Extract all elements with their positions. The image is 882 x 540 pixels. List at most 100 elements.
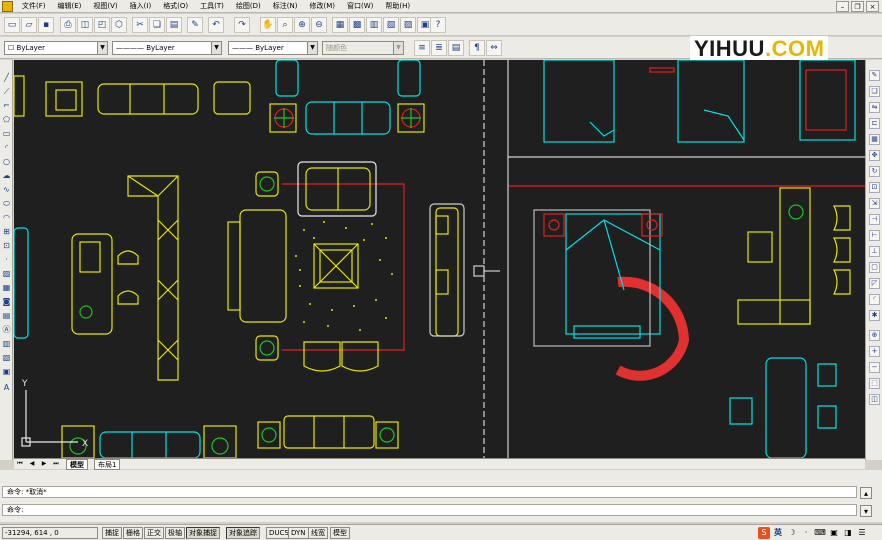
- array-icon[interactable]: ▦: [869, 134, 880, 145]
- zoom-all-icon[interactable]: ⬚: [869, 378, 880, 389]
- tab-last-icon[interactable]: ⏭: [52, 460, 60, 468]
- ellipse-arc-icon[interactable]: ◠: [1, 212, 12, 223]
- rectangle-icon[interactable]: ▭: [1, 128, 12, 139]
- polygon-icon[interactable]: ⬠: [1, 114, 12, 125]
- match-properties-icon[interactable]: ✎: [187, 17, 203, 33]
- close-button[interactable]: ×: [866, 1, 879, 12]
- properties-icon[interactable]: ▦: [332, 17, 348, 33]
- markup-icon[interactable]: ▨: [400, 17, 416, 33]
- plotstyle-combo[interactable]: 随颜色 ▼: [322, 41, 404, 55]
- lineweight-combo[interactable]: ——— ByLayer ▼: [228, 41, 318, 55]
- command-input[interactable]: 命令:: [2, 504, 857, 516]
- layer-manager-icon[interactable]: ≡: [414, 40, 430, 56]
- layer-color-combo[interactable]: ☐ ByLayer ▼: [4, 41, 108, 55]
- tool-palettes-icon[interactable]: ▥: [366, 17, 382, 33]
- menu-modify[interactable]: 修改(M): [303, 1, 341, 11]
- multiline-text-icon[interactable]: Ⓐ: [1, 324, 12, 335]
- tray-menu-icon[interactable]: ☰: [856, 527, 868, 539]
- circle-icon[interactable]: ○: [1, 156, 12, 167]
- gradient-icon[interactable]: ▦: [1, 282, 12, 293]
- menu-draw[interactable]: 绘图(D): [230, 1, 267, 11]
- menu-help[interactable]: 帮助(H): [379, 1, 416, 11]
- design-center-icon[interactable]: ▩: [349, 17, 365, 33]
- move-icon[interactable]: ✥: [869, 150, 880, 161]
- pan-icon[interactable]: ✋: [260, 17, 276, 33]
- table-icon[interactable]: ▤: [1, 310, 12, 321]
- hatch-icon[interactable]: ▨: [1, 268, 12, 279]
- chamfer-icon[interactable]: ◸: [869, 278, 880, 289]
- tab-layout1[interactable]: 布局1: [94, 459, 121, 470]
- restore-button[interactable]: ❐: [851, 1, 864, 12]
- help-icon[interactable]: ?: [430, 17, 446, 33]
- print-icon[interactable]: ⎙: [60, 17, 76, 33]
- text-icon[interactable]: A: [1, 382, 12, 393]
- snap-toggle[interactable]: 捕捉: [102, 527, 122, 539]
- open-folder-icon[interactable]: ▱: [21, 17, 37, 33]
- moon-icon[interactable]: ☽: [786, 527, 798, 539]
- lineweight-toggle[interactable]: 线宽: [308, 527, 328, 539]
- ime-logo-icon[interactable]: S: [758, 527, 770, 539]
- zoom-out-icon[interactable]: −: [869, 362, 880, 373]
- zoom-realtime-icon[interactable]: ⌕: [277, 17, 293, 33]
- cut-icon[interactable]: ✂: [132, 17, 148, 33]
- menu-view[interactable]: 视图(V): [87, 1, 123, 11]
- explode-icon[interactable]: ✱: [869, 310, 880, 321]
- construction-line-icon[interactable]: ⟋: [1, 86, 12, 97]
- text-style-icon[interactable]: ¶: [469, 40, 485, 56]
- arc-icon[interactable]: ◜: [1, 142, 12, 153]
- ime-mode-icon[interactable]: 英: [772, 527, 784, 539]
- attribute-icon[interactable]: ▣: [1, 366, 12, 377]
- menu-format[interactable]: 格式(O): [157, 1, 194, 11]
- drawing-canvas[interactable]: Y X: [14, 60, 865, 458]
- publish-icon[interactable]: ◰: [94, 17, 110, 33]
- keyboard-icon[interactable]: ⌨: [814, 527, 826, 539]
- sheet-set-icon[interactable]: ▧: [383, 17, 399, 33]
- copy-icon[interactable]: ❏: [149, 17, 165, 33]
- erase-icon[interactable]: ✎: [869, 70, 880, 81]
- mtext-icon[interactable]: ▥: [1, 338, 12, 349]
- revision-cloud-icon[interactable]: ☁: [1, 170, 12, 181]
- tray-skin-icon[interactable]: ◨: [842, 527, 854, 539]
- region-icon[interactable]: ◙: [1, 296, 12, 307]
- fillet-icon[interactable]: ◜: [869, 294, 880, 305]
- polar-toggle[interactable]: 极轴: [165, 527, 185, 539]
- menu-tools[interactable]: 工具(T): [194, 1, 230, 11]
- join-icon[interactable]: ▢: [869, 262, 880, 273]
- scroll-up-icon[interactable]: ▴: [860, 487, 872, 499]
- zoom-object-icon[interactable]: ◫: [869, 394, 880, 405]
- tab-prev-icon[interactable]: ◀: [28, 460, 36, 468]
- menu-edit[interactable]: 编辑(E): [52, 1, 88, 11]
- spline-icon[interactable]: ∿: [1, 184, 12, 195]
- new-file-icon[interactable]: ▭: [4, 17, 20, 33]
- minimize-button[interactable]: –: [836, 1, 849, 12]
- coordinate-readout[interactable]: -31294, 614 , 0: [2, 527, 98, 539]
- zoom-window-icon[interactable]: ⊕: [294, 17, 310, 33]
- trim-icon[interactable]: ⊣: [869, 214, 880, 225]
- stretch-icon[interactable]: ⇲: [869, 198, 880, 209]
- plot-icon[interactable]: ⬡: [111, 17, 127, 33]
- field-icon[interactable]: ▧: [1, 352, 12, 363]
- paste-icon[interactable]: ▤: [166, 17, 182, 33]
- redo-icon[interactable]: ↷: [234, 17, 250, 33]
- make-block-icon[interactable]: ⊡: [1, 240, 12, 251]
- line-icon[interactable]: ╱: [1, 72, 12, 83]
- offset-icon[interactable]: ⊏: [869, 118, 880, 129]
- model-toggle[interactable]: 模型: [330, 527, 350, 539]
- otrack-toggle[interactable]: 对象追踪: [226, 527, 260, 539]
- tab-first-icon[interactable]: ⏮: [16, 460, 24, 468]
- menu-window[interactable]: 窗口(W): [341, 1, 379, 11]
- dim-style-icon[interactable]: ⇔: [486, 40, 502, 56]
- menu-file[interactable]: 文件(F): [16, 1, 52, 11]
- rotate-icon[interactable]: ↻: [869, 166, 880, 177]
- point-icon[interactable]: ·: [1, 254, 12, 265]
- menu-insert[interactable]: 插入(I): [124, 1, 158, 11]
- osnap-toggle[interactable]: 对象捕捉: [186, 527, 220, 539]
- zoom-previous-icon[interactable]: ⊖: [311, 17, 327, 33]
- break-icon[interactable]: ⊥: [869, 246, 880, 257]
- scale-icon[interactable]: ⊡: [869, 182, 880, 193]
- menu-dimension[interactable]: 标注(N): [267, 1, 304, 11]
- punctuation-icon[interactable]: ·: [800, 527, 812, 539]
- ortho-toggle[interactable]: 正交: [144, 527, 164, 539]
- extend-icon[interactable]: ⊢: [869, 230, 880, 241]
- print-preview-icon[interactable]: ◫: [77, 17, 93, 33]
